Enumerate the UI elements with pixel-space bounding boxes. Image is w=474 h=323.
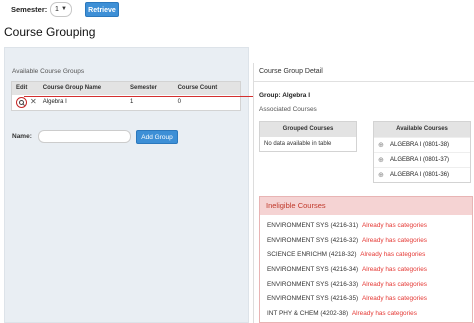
course-count-cell: 0 [177,99,181,105]
status-badge: Already has categories [361,236,427,244]
add-group-button[interactable]: Add Group [136,130,178,144]
associated-courses-label: Associated Courses [259,106,317,113]
plus-icon[interactable]: ⊕ [378,153,384,168]
divider [254,81,474,82]
status-badge: Already has categories [361,295,427,303]
close-icon[interactable]: ✕ [30,98,37,106]
course-name: INT PHY & CHEM (4202-38) [267,310,349,318]
ineligible-courses-box: Ineligible Courses ENVIRONMENT SYS (4216… [259,196,473,323]
group-label: Group: Algebra I [259,92,311,99]
available-courses-table: Available Courses ⊕ ALGEBRA I (0801-38) … [373,121,471,183]
course-group-detail-panel: Course Group Detail Group: Algebra I Ass… [253,63,474,323]
semester-select[interactable]: 1 ▼ [50,2,72,17]
retrieve-button[interactable]: Retrieve [85,2,119,17]
available-course-label: ALGEBRA I (0801-37) [390,157,450,163]
list-item[interactable]: ⊕ ALGEBRA I (0801-37) [374,152,470,167]
semester-cell: 1 [130,99,134,105]
edit-cell: ✕ [12,95,39,110]
available-course-label: ALGEBRA I (0801-38) [390,142,450,148]
table-header: Edit Course Group Name Semester Course C… [12,82,240,95]
grouped-courses-empty: No data available in table [264,141,332,147]
status-badge: Already has categories [361,266,427,274]
ineligible-courses-list: ENVIRONMENT SYS (4216-31) Already has ca… [260,215,472,322]
grouped-courses-table: Grouped Courses No data available in tab… [259,121,357,152]
list-item[interactable]: ⊕ ALGEBRA I (0801-36) [374,167,470,182]
table-row[interactable]: ✕ Algebra I 1 0 [12,95,240,110]
plus-icon[interactable]: ⊕ [378,168,384,183]
course-name: ENVIRONMENT SYS (4216-32) [267,236,359,244]
course-name: ENVIRONMENT SYS (4216-33) [267,280,359,288]
page-title: Course Grouping [4,25,96,39]
list-item[interactable]: ⊕ ALGEBRA I (0801-38) [374,137,470,152]
status-badge: Already has categories [360,251,426,259]
grouped-courses-header: Grouped Courses [260,122,356,137]
chevron-down-icon: ▼ [61,6,67,12]
col-edit[interactable]: Edit [12,82,39,95]
name-label: Name: [12,133,32,140]
status-badge: Already has categories [361,280,427,288]
semester-value: 1 [55,6,59,13]
course-name: ENVIRONMENT SYS (4216-35) [267,295,359,303]
list-item: SCIENCE ENRICHM (4218-32) Already has ca… [260,248,472,263]
available-groups-panel: Available Course Groups Edit Course Grou… [4,47,249,323]
available-groups-title: Available Course Groups [12,68,85,75]
col-group-name[interactable]: Course Group Name [39,82,126,95]
status-badge: Already has categories [351,310,417,318]
semester-label: Semester: [11,5,48,14]
list-item: INT PHY & CHEM (4202-38) Already has cat… [260,307,472,322]
magnifier-icon[interactable] [16,97,27,108]
available-course-label: ALGEBRA I (0801-36) [390,172,450,178]
course-name: SCIENCE ENRICHM (4218-32) [267,251,357,259]
list-item: ENVIRONMENT SYS (4216-31) Already has ca… [260,219,472,234]
top-toolbar: Semester: 1 ▼ Retrieve [0,0,474,22]
detail-title: Course Group Detail [259,68,323,75]
available-courses-header: Available Courses [374,122,470,137]
list-item: ENVIRONMENT SYS (4216-33) Already has ca… [260,278,472,293]
group-name-input[interactable] [38,130,131,143]
group-name-cell: Algebra I [42,99,67,105]
course-name: ENVIRONMENT SYS (4216-34) [267,266,359,274]
list-item: ENVIRONMENT SYS (4216-35) Already has ca… [260,292,472,307]
course-name: ENVIRONMENT SYS (4216-31) [267,222,359,229]
status-badge: Already has categories [361,222,427,229]
list-item: ENVIRONMENT SYS (4216-34) Already has ca… [260,263,472,278]
list-item: ENVIRONMENT SYS (4216-32) Already has ca… [260,234,472,249]
plus-icon[interactable]: ⊕ [378,138,384,153]
col-course-count[interactable]: Course Count [174,82,240,95]
ineligible-courses-header: Ineligible Courses [260,197,472,215]
col-semester[interactable]: Semester [126,82,174,95]
